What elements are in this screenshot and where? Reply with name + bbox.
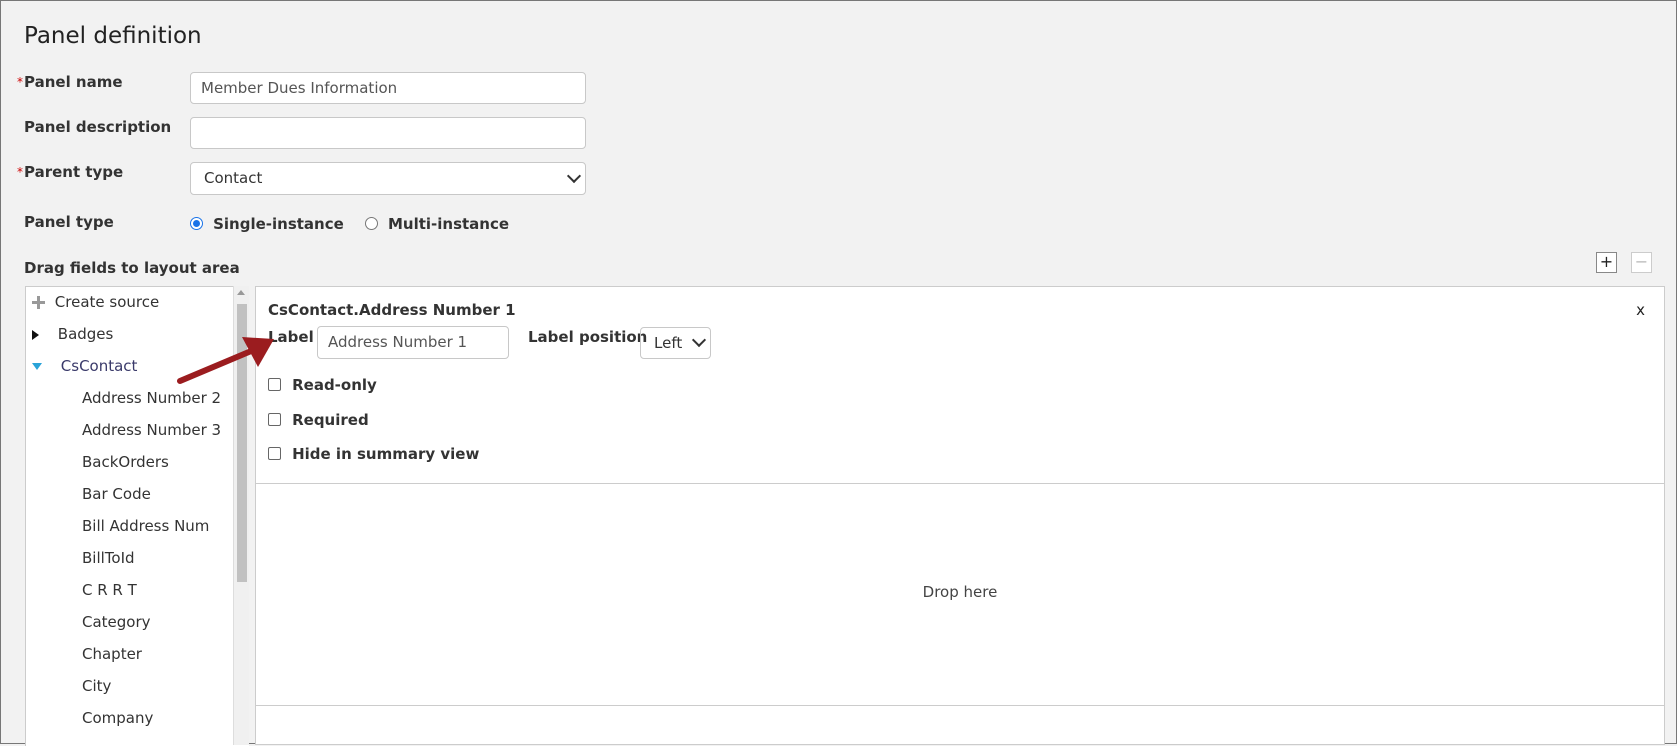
drop-zone[interactable]: Drop here (256, 483, 1664, 706)
tree-field-item[interactable]: Address Number 2 (82, 389, 221, 407)
panel-name-label: Panel name (24, 73, 123, 91)
tree-node-label: Badges (57, 325, 114, 343)
chevron-down-icon (566, 168, 582, 184)
hide-summary-option[interactable]: Hide in summary view (268, 443, 479, 463)
tree-node-cscontact[interactable]: CsContact (32, 357, 137, 375)
chevron-down-icon (691, 332, 707, 348)
scroll-up-icon[interactable] (237, 290, 245, 295)
panel-type-radio-group: Single-instance Multi-instance (190, 213, 509, 233)
tree-node-label: CsContact (60, 357, 138, 375)
close-icon[interactable]: x (1636, 301, 1645, 319)
tree-field-item[interactable]: Category (82, 613, 151, 631)
panel-description-input[interactable] (190, 117, 586, 149)
tree-field-item[interactable]: Company (82, 709, 153, 727)
multi-instance-radio[interactable] (364, 217, 378, 230)
read-only-option[interactable]: Read-only (268, 374, 377, 394)
required-marker: * (17, 165, 23, 179)
tree-field-item[interactable]: C R R T (82, 581, 137, 599)
hide-summary-label[interactable]: Hide in summary view (292, 445, 479, 463)
plus-icon (32, 296, 45, 309)
page-frame: Panel definition * Panel name Member Due… (0, 0, 1677, 746)
single-instance-radio[interactable] (190, 217, 203, 230)
page-title: Panel definition (24, 23, 202, 49)
required-checkbox[interactable] (268, 413, 281, 426)
caret-down-icon (32, 363, 42, 370)
add-column-button[interactable]: + (1596, 252, 1617, 273)
tree-field-item[interactable]: BillToId (82, 549, 135, 567)
field-editor[interactable]: CsContact.Address Number 1 x Label Addre… (256, 287, 1664, 484)
label-position-value: Left (654, 334, 683, 352)
required-marker: * (17, 75, 23, 89)
annotation-arrow-icon (177, 337, 274, 384)
layout-area: CsContact.Address Number 1 x Label Addre… (255, 286, 1665, 745)
caret-right-icon (32, 329, 39, 340)
tree-field-item[interactable]: Address Number 3 (82, 421, 221, 439)
tree-field-item[interactable]: City (82, 677, 111, 695)
panel-type-label: Panel type (24, 213, 114, 231)
parent-type-label: Parent type (24, 163, 124, 181)
drag-fields-label: Drag fields to layout area (24, 259, 240, 277)
tree-node-badges[interactable]: Badges (32, 325, 113, 343)
single-instance-label[interactable]: Single-instance (213, 215, 344, 233)
parent-type-select[interactable]: Contact (190, 162, 586, 195)
label-input[interactable]: Address Number 1 (317, 326, 509, 359)
label-position-select[interactable]: Left (640, 327, 711, 359)
required-option[interactable]: Required (268, 409, 369, 429)
panel-name-input[interactable]: Member Dues Information (190, 72, 586, 104)
read-only-label[interactable]: Read-only (292, 376, 377, 394)
hide-summary-checkbox[interactable] (268, 447, 281, 460)
required-label[interactable]: Required (292, 411, 369, 429)
parent-type-value: Contact (204, 169, 263, 187)
tree-field-item[interactable]: Bill Address Num (82, 517, 209, 535)
remove-column-button[interactable]: − (1631, 252, 1652, 273)
multi-instance-label[interactable]: Multi-instance (388, 215, 509, 233)
field-editor-title: CsContact.Address Number 1 (268, 301, 516, 319)
panel-description-label: Panel description (24, 118, 172, 136)
tree-field-item[interactable]: Bar Code (82, 485, 151, 503)
label-position-caption: Label position (528, 328, 648, 346)
create-source-item[interactable]: Create source (32, 293, 159, 311)
create-source-label: Create source (54, 293, 160, 311)
tree-field-item[interactable]: Chapter (82, 645, 142, 663)
drop-here-text: Drop here (922, 583, 998, 601)
tree-field-item[interactable]: BackOrders (82, 453, 169, 471)
